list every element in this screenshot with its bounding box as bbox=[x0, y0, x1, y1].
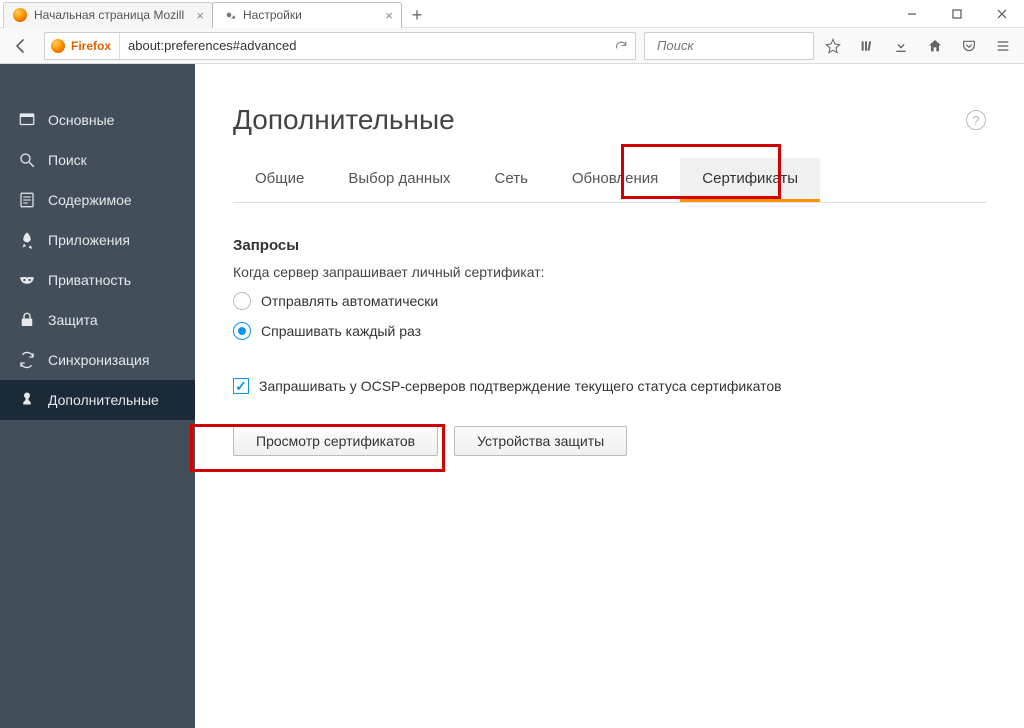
tab-close-icon[interactable]: × bbox=[196, 8, 204, 23]
rocket-icon bbox=[18, 231, 36, 249]
close-button[interactable] bbox=[979, 0, 1024, 28]
subtab-certificates[interactable]: Сертификаты bbox=[680, 158, 820, 202]
sidebar-item-applications[interactable]: Приложения bbox=[0, 220, 195, 260]
tab-strip: Начальная страница Mozill × Настройки × … bbox=[0, 0, 889, 28]
mask-icon bbox=[18, 271, 36, 289]
home-button[interactable] bbox=[920, 31, 950, 61]
radio-ask-every-time[interactable] bbox=[233, 322, 251, 340]
help-button[interactable]: ? bbox=[966, 110, 986, 130]
sidebar-item-label: Приложения bbox=[48, 232, 130, 248]
window-titlebar: Начальная страница Mozill × Настройки × … bbox=[0, 0, 1024, 28]
checkbox-ocsp[interactable] bbox=[233, 378, 249, 394]
library-button[interactable] bbox=[852, 31, 882, 61]
subtab-general[interactable]: Общие bbox=[233, 158, 326, 202]
firefox-icon bbox=[51, 39, 65, 53]
subtab-bar: Общие Выбор данных Сеть Обновления Серти… bbox=[233, 158, 986, 203]
identity-box[interactable]: Firefox bbox=[45, 33, 120, 59]
tab-label: Начальная страница Mozill bbox=[34, 8, 190, 22]
subtab-network[interactable]: Сеть bbox=[473, 158, 550, 202]
bookmark-star-button[interactable] bbox=[818, 31, 848, 61]
tab-close-icon[interactable]: × bbox=[385, 8, 393, 23]
sidebar-item-label: Приватность bbox=[48, 272, 131, 288]
sidebar-item-security[interactable]: Защита bbox=[0, 300, 195, 340]
nav-toolbar: Firefox bbox=[0, 28, 1024, 64]
preferences-sidebar: Основные Поиск Содержимое Приложения При… bbox=[0, 64, 195, 728]
lock-icon bbox=[18, 311, 36, 329]
subtab-datachoices[interactable]: Выбор данных bbox=[326, 158, 472, 202]
sync-icon bbox=[18, 351, 36, 369]
sidebar-item-search[interactable]: Поиск bbox=[0, 140, 195, 180]
tab-label: Настройки bbox=[243, 8, 379, 22]
tab-settings[interactable]: Настройки × bbox=[212, 2, 402, 28]
sidebar-item-content[interactable]: Содержимое bbox=[0, 180, 195, 220]
checkbox-label: Запрашивать у OCSP-серверов подтверждени… bbox=[259, 378, 782, 394]
sidebar-item-label: Основные bbox=[48, 112, 114, 128]
sidebar-item-advanced[interactable]: Дополнительные bbox=[0, 380, 195, 420]
pocket-button[interactable] bbox=[954, 31, 984, 61]
brand-label: Firefox bbox=[71, 39, 111, 53]
sidebar-item-label: Поиск bbox=[48, 152, 87, 168]
sidebar-item-label: Синхронизация bbox=[48, 352, 149, 368]
url-bar[interactable]: Firefox bbox=[44, 32, 636, 60]
tab-mozilla-start[interactable]: Начальная страница Mozill × bbox=[3, 2, 213, 28]
main-panel: Дополнительные ? Общие Выбор данных Сеть… bbox=[195, 64, 1024, 728]
window-controls bbox=[889, 0, 1024, 28]
downloads-button[interactable] bbox=[886, 31, 916, 61]
menu-button[interactable] bbox=[988, 31, 1018, 61]
section-subtext: Когда сервер запрашивает личный сертифик… bbox=[233, 264, 986, 280]
radio-label: Отправлять автоматически bbox=[261, 293, 438, 309]
sidebar-item-label: Защита bbox=[48, 312, 98, 328]
search-bar[interactable] bbox=[644, 32, 814, 60]
content-area: Основные Поиск Содержимое Приложения При… bbox=[0, 64, 1024, 728]
subtab-update[interactable]: Обновления bbox=[550, 158, 680, 202]
gear-icon bbox=[221, 7, 237, 23]
content-icon bbox=[18, 191, 36, 209]
radio-label: Спрашивать каждый раз bbox=[261, 323, 421, 339]
maximize-button[interactable] bbox=[934, 0, 979, 28]
advanced-icon bbox=[18, 391, 36, 409]
sidebar-item-general[interactable]: Основные bbox=[0, 100, 195, 140]
security-devices-button[interactable]: Устройства защиты bbox=[454, 426, 627, 456]
new-tab-button[interactable]: + bbox=[405, 4, 429, 28]
sidebar-item-label: Содержимое bbox=[48, 192, 132, 208]
sidebar-item-label: Дополнительные bbox=[48, 392, 159, 408]
radio-send-auto[interactable] bbox=[233, 292, 251, 310]
back-button[interactable] bbox=[6, 31, 36, 61]
search-icon bbox=[18, 151, 36, 169]
sidebar-item-sync[interactable]: Синхронизация bbox=[0, 340, 195, 380]
sidebar-item-privacy[interactable]: Приватность bbox=[0, 260, 195, 300]
url-input[interactable] bbox=[120, 38, 607, 53]
general-icon bbox=[18, 111, 36, 129]
view-certificates-button[interactable]: Просмотр сертификатов bbox=[233, 426, 438, 456]
page-title: Дополнительные bbox=[233, 104, 455, 136]
firefox-favicon bbox=[12, 7, 28, 23]
reload-button[interactable] bbox=[607, 32, 635, 60]
search-input[interactable] bbox=[657, 38, 835, 53]
section-heading: Запросы bbox=[233, 237, 986, 254]
minimize-button[interactable] bbox=[889, 0, 934, 28]
